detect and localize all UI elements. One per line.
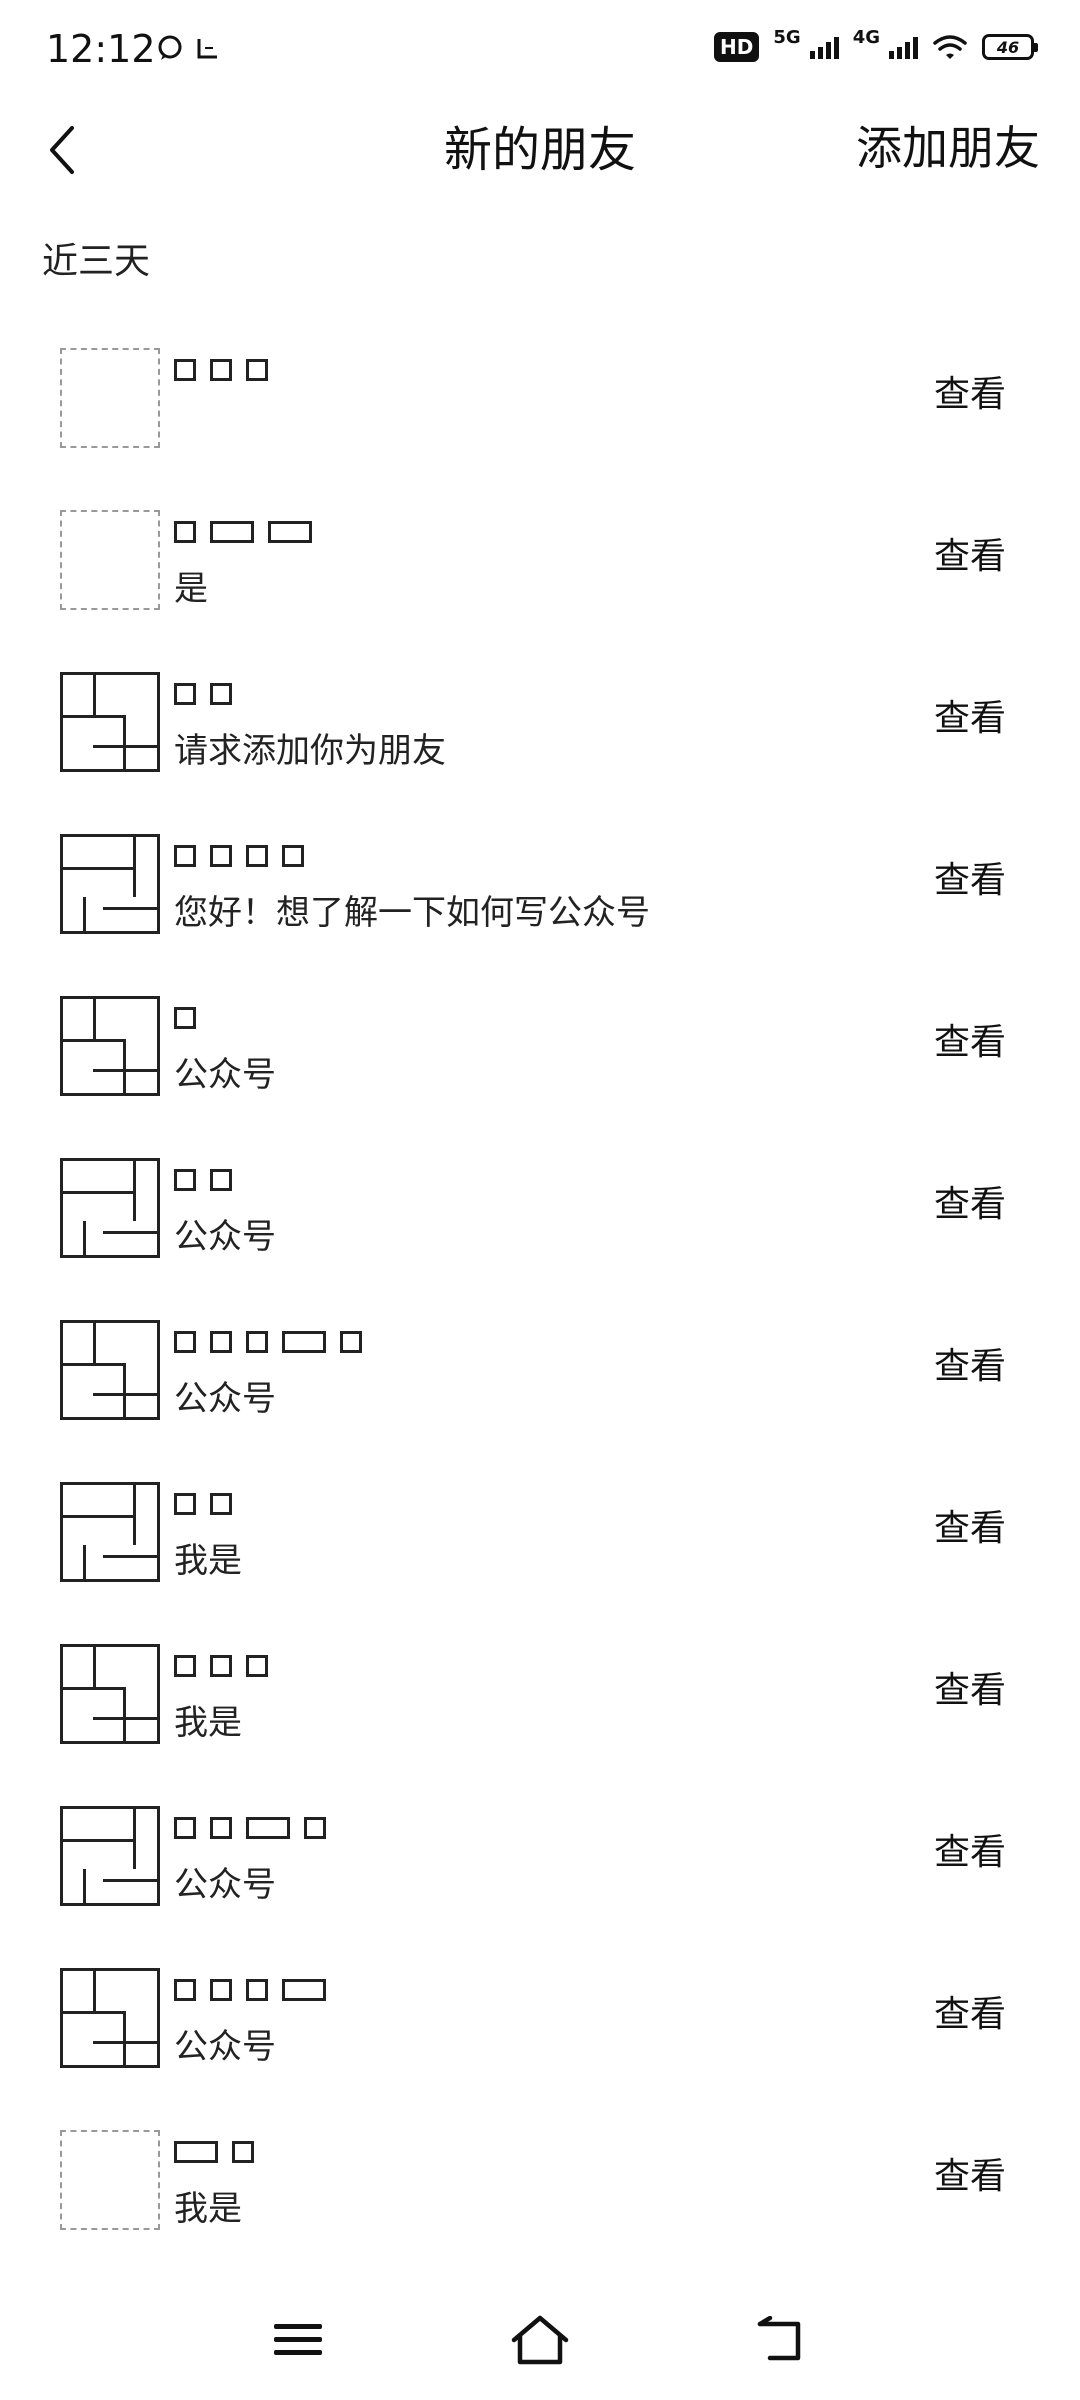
home-icon (511, 2315, 569, 2365)
status-time: 12:12 (46, 27, 156, 71)
friend-request-message: 我是 (174, 1541, 242, 1581)
friend-name (174, 1646, 268, 1686)
friend-request-message: 我是 (174, 2189, 242, 2229)
friend-request-row[interactable]: 查看 (0, 320, 1080, 482)
avatar[interactable] (60, 348, 160, 448)
avatar[interactable] (60, 1482, 160, 1582)
friend-request-row[interactable]: 请求添加你为朋友 查看 (0, 644, 1080, 806)
chat-bubble-icon (158, 35, 182, 60)
avatar[interactable] (60, 1320, 160, 1420)
friend-request-row[interactable]: 公众号 查看 (0, 968, 1080, 1130)
menu-icon (274, 2324, 322, 2355)
status-bar: 12:12 HD 5G 4G 46 (0, 0, 1080, 100)
friend-request-row[interactable]: 公众号 查看 (0, 1130, 1080, 1292)
add-friend-button[interactable]: 添加朋友 (856, 120, 1040, 176)
friend-request-row[interactable]: 公众号 查看 (0, 1292, 1080, 1454)
signal-sim1-icon (809, 37, 839, 59)
friend-request-message: 公众号 (174, 1055, 276, 1095)
friend-name (174, 1484, 232, 1524)
section-label-recent: 近三天 (42, 241, 151, 282)
home-button[interactable] (500, 2300, 580, 2380)
view-button[interactable]: 查看 (934, 858, 1006, 904)
friend-request-message: 我是 (174, 1703, 242, 1743)
view-button[interactable]: 查看 (934, 1182, 1006, 1228)
friend-name (174, 998, 196, 1038)
view-button[interactable]: 查看 (934, 696, 1006, 742)
avatar[interactable] (60, 1158, 160, 1258)
avatar[interactable] (60, 834, 160, 934)
friend-request-row[interactable]: 我是 查看 (0, 1454, 1080, 1616)
image-notification-icon (197, 39, 217, 59)
friend-request-message: 公众号 (174, 1865, 276, 1905)
friend-request-row[interactable]: 公众号 查看 (0, 1778, 1080, 1940)
avatar[interactable] (60, 1806, 160, 1906)
view-button[interactable]: 查看 (934, 1020, 1006, 1066)
view-button[interactable]: 查看 (934, 1506, 1006, 1552)
avatar[interactable] (60, 510, 160, 610)
friend-name (174, 350, 268, 390)
friend-name (174, 2132, 254, 2172)
avatar[interactable] (60, 996, 160, 1096)
friend-name (174, 1970, 326, 2010)
friend-request-row[interactable]: 我是 查看 (0, 1616, 1080, 1778)
friend-name (174, 1160, 232, 1200)
friend-name (174, 1808, 326, 1848)
view-button[interactable]: 查看 (934, 1668, 1006, 1714)
battery-icon: 46 (982, 34, 1038, 60)
title-bar: 新的朋友 添加朋友 (0, 100, 1080, 200)
sim2-network-label: 4G (852, 26, 880, 48)
signal-sim2-icon (889, 37, 918, 59)
avatar[interactable] (60, 1968, 160, 2068)
friend-request-message: 公众号 (174, 2027, 276, 2067)
view-button[interactable]: 查看 (934, 1344, 1006, 1390)
return-icon (757, 2316, 801, 2361)
friend-request-row[interactable]: 公众号 查看 (0, 1940, 1080, 2102)
hd-voice-badge: HD (714, 32, 760, 62)
view-button[interactable]: 查看 (934, 2154, 1006, 2200)
friend-name (174, 512, 312, 552)
friend-request-list: 查看 是 查看 请求添加你为朋友 查看 您好！想了解一下如何写公众号 查看 公众… (0, 320, 1080, 2264)
view-button[interactable]: 查看 (934, 1992, 1006, 2038)
view-button[interactable]: 查看 (934, 372, 1006, 418)
friend-request-message: 公众号 (174, 1217, 276, 1257)
friend-request-message: 您好！想了解一下如何写公众号 (174, 893, 650, 933)
friend-request-row[interactable]: 您好！想了解一下如何写公众号 查看 (0, 806, 1080, 968)
avatar[interactable] (60, 2130, 160, 2230)
wifi-icon (933, 35, 967, 59)
avatar[interactable] (60, 672, 160, 772)
back-nav-button[interactable] (742, 2300, 822, 2380)
friend-request-row[interactable]: 是 查看 (0, 482, 1080, 644)
view-button[interactable]: 查看 (934, 1830, 1006, 1876)
friend-name (174, 674, 232, 714)
friend-request-row[interactable]: 我是 查看 (0, 2102, 1080, 2264)
view-button[interactable]: 查看 (934, 534, 1006, 580)
friend-name (174, 836, 304, 876)
notification-icons (156, 34, 220, 62)
status-indicators: HD 5G 4G 46 (714, 27, 1038, 62)
friend-request-message: 公众号 (174, 1379, 276, 1419)
friend-name (174, 1322, 362, 1362)
sim1-network-label: 5G (773, 26, 801, 48)
friend-request-message: 请求添加你为朋友 (174, 731, 446, 771)
system-navigation-bar (0, 2280, 1080, 2400)
avatar[interactable] (60, 1644, 160, 1744)
menu-button[interactable] (258, 2300, 338, 2380)
friend-request-message: 是 (174, 569, 208, 609)
